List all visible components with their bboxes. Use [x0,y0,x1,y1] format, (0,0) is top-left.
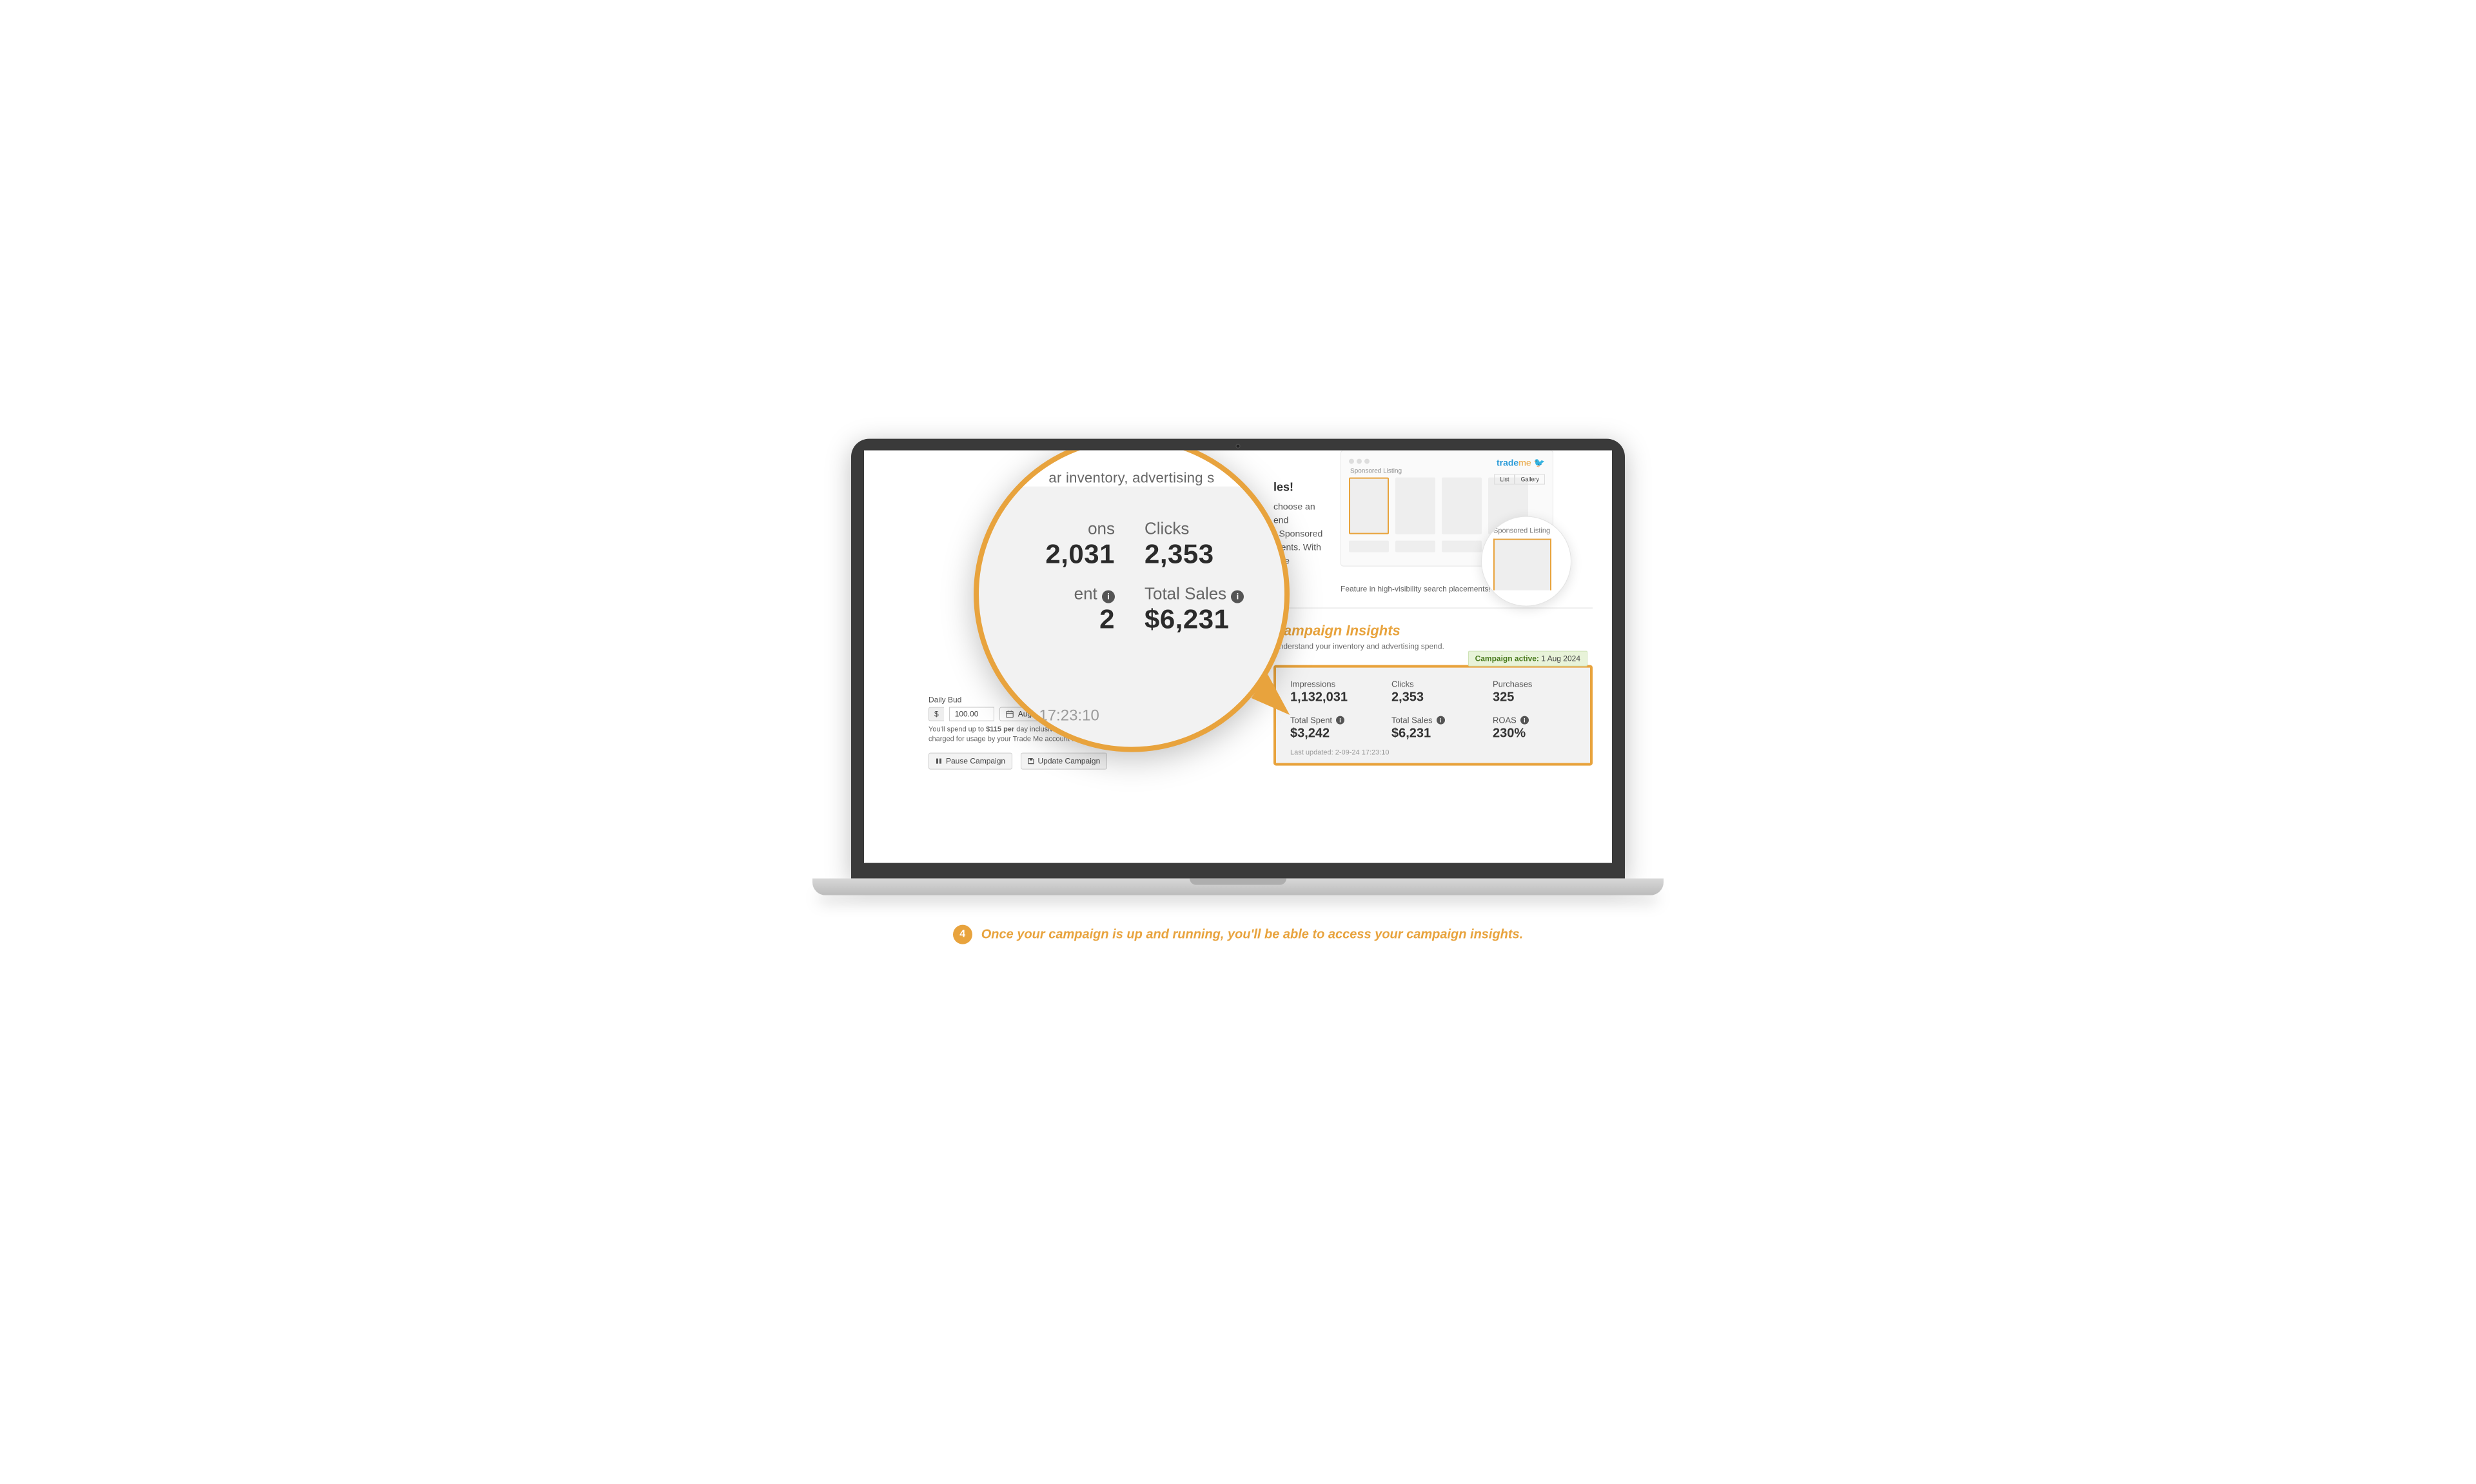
mag-total-sales-label: Total Sales i [1145,584,1252,604]
preview-card [1349,541,1389,552]
mag-timestamp: 23 17:23:10 [1017,707,1099,725]
total-sales-value: $6,231 [1391,727,1475,741]
magnifier-inner: ons 2,031 Clicks 2,353 ent i 2 [979,451,1284,747]
mag-total-sales-value: $6,231 [1145,604,1252,635]
info-icon[interactable]: i [1102,590,1115,603]
mag-impressions-label: ons [1011,519,1115,539]
pause-campaign-button[interactable]: Pause Campaign [928,752,1012,769]
tab-list[interactable]: List [1494,474,1515,485]
roas-value: 230% [1493,727,1576,741]
kiwi-icon: 🐦 [1534,458,1545,468]
purchases-value: 325 [1493,690,1576,705]
mag-spent: ent i 2 [1011,584,1119,635]
total-spent-value: $3,242 [1290,727,1373,741]
impressions-label: Impressions [1290,679,1373,689]
zoom-label: Sponsored Listing [1493,527,1571,535]
logo-b: me [1518,458,1531,468]
roas-label-text: ROAS [1493,716,1517,725]
zoom-card [1493,539,1551,591]
mag-impressions: ons 2,031 [1011,519,1119,570]
preview-wrap: trademe 🐦 ListGallery Sponsored Listing [1341,451,1553,594]
laptop-base [812,879,1664,895]
active-pill-date: 1 Aug 2024 [1539,654,1580,663]
preview-card [1395,541,1435,552]
metric-clicks: Clicks 2,353 [1391,679,1475,705]
mag-spent-label-text: ent [1074,584,1097,603]
info-icon[interactable]: i [1336,716,1344,725]
insights-title: Campaign Insights [1273,623,1593,639]
mag-total-sales: Total Sales i $6,231 [1145,584,1252,635]
mag-total-sales-label-text: Total Sales [1145,584,1226,603]
mag-spent-value: 2 [1011,604,1115,635]
update-label: Update Campaign [1038,756,1101,765]
view-toggle[interactable]: ListGallery [1494,474,1545,485]
insights-grid: Impressions 1,132,031 Clicks 2,353 Purch… [1290,679,1576,741]
metric-impressions: Impressions 1,132,031 [1290,679,1373,705]
right-column: les! choose an end r Sponsored ments. Wi… [1273,451,1593,850]
mag-clicks: Clicks 2,353 [1145,519,1252,570]
metric-purchases: Purchases 325 [1493,679,1576,705]
stage: Daily Bud $ 100.00 Aug-2024 You'll spend… [774,439,1702,944]
insights-wrap: Campaign active: 1 Aug 2024 Impressions … [1273,665,1593,766]
pause-icon [936,757,942,764]
preview-card [1442,478,1482,534]
total-sales-label-text: Total Sales [1391,716,1433,725]
preview-zoom-circle: Sponsored Listing [1481,516,1571,607]
info-icon[interactable]: i [1231,590,1244,603]
laptop-bezel: Daily Bud $ 100.00 Aug-2024 You'll spend… [851,439,1625,879]
preview-card [1395,478,1435,534]
metric-total-sales: Total Sales i $6,231 [1391,716,1475,741]
trademe-logo: trademe 🐦 [1497,458,1545,469]
insights-card: Impressions 1,132,031 Clicks 2,353 Purch… [1273,665,1593,766]
last-updated: Last updated: 2-09-24 17:23:10 [1290,749,1576,757]
mag-clicks-value: 2,353 [1145,539,1252,570]
campaign-active-pill: Campaign active: 1 Aug 2024 [1468,651,1587,667]
preview-card [1442,541,1482,552]
total-spent-label: Total Spent i [1290,716,1373,725]
laptop-screen: Daily Bud $ 100.00 Aug-2024 You'll spend… [864,451,1612,863]
mag-impressions-value: 2,031 [1011,539,1115,570]
clicks-value: 2,353 [1391,690,1475,705]
clicks-label: Clicks [1391,679,1475,689]
preview-card-highlighted [1349,478,1389,534]
campaign-actions: Pause Campaign Update Campaign [928,752,1248,769]
roas-label: ROASi [1493,716,1576,725]
impressions-value: 1,132,031 [1290,690,1373,705]
total-spent-label-text: Total Spent [1290,716,1332,725]
caption: 4 Once your campaign is up and running, … [774,925,1702,944]
save-icon [1028,757,1034,764]
magnifier-circle: ar inventory, advertising s ons 2,031 Cl… [974,451,1290,752]
mag-spent-label: ent i [1011,584,1115,604]
caption-text: Once your campaign is up and running, yo… [981,927,1524,942]
info-icon[interactable]: i [1520,716,1529,725]
active-pill-label: Campaign active: [1475,654,1539,663]
step-badge: 4 [953,925,972,944]
logo-a: trade [1497,458,1518,468]
pause-label: Pause Campaign [946,756,1005,765]
total-sales-label: Total Sales i [1391,716,1475,725]
magnifier-grid: ons 2,031 Clicks 2,353 ent i 2 [1011,519,1252,635]
metric-total-spent: Total Spent i $3,242 [1290,716,1373,741]
tab-gallery[interactable]: Gallery [1515,474,1545,485]
divider [1273,608,1593,609]
currency-prefix: $ [928,707,944,721]
mag-clicks-label: Clicks [1145,519,1252,539]
update-campaign-button[interactable]: Update Campaign [1021,752,1108,769]
magnifier: ar inventory, advertising s ons 2,031 Cl… [974,451,1290,752]
camera-dot [1236,444,1241,449]
purchases-label: Purchases [1493,679,1576,689]
insights-sub: Understand your inventory and advertisin… [1273,642,1593,651]
info-icon[interactable]: i [1437,716,1445,725]
laptop-frame: Daily Bud $ 100.00 Aug-2024 You'll spend… [851,439,1625,895]
metric-roas: ROASi 230% [1493,716,1576,741]
